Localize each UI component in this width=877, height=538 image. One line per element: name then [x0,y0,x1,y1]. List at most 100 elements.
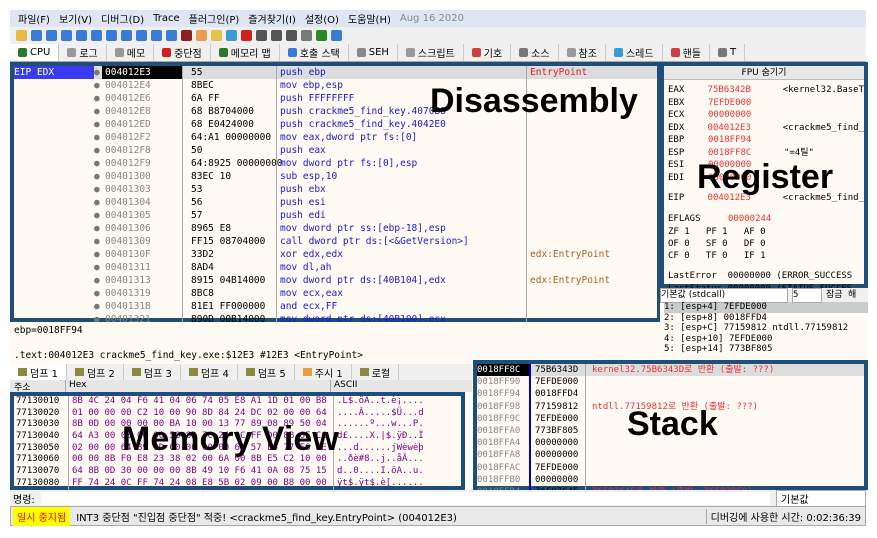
disasm-row[interactable]: EIP EDX ● 004012E3 55 push ebp EntryPoint [14,66,657,79]
call-arg-row[interactable]: 1: [esp+4] 7EFDE000 [664,302,868,313]
toolbar-button-icon[interactable] [226,30,237,41]
disasm-row[interactable]: ● 00401306 8965 E8 mov dword ptr ss:[ebp-18… [14,222,657,235]
stack-row[interactable]: 0018FFA8 00000000 [477,449,864,462]
breakpoint-dot[interactable]: ● [94,222,102,235]
menu-item[interactable]: 파일(F) [18,11,50,26]
stack-row[interactable]: 0018FF98 77159812 ntdll.77159812로 반환 (출발: … [477,400,864,413]
eflags-value[interactable]: 00000244 [728,213,771,226]
disasm-row[interactable]: ● 00401305 57 push edi [14,209,657,222]
tab-0[interactable]: CPU [10,44,60,61]
toolbar-button-icon[interactable] [121,30,132,41]
stack-row[interactable]: 0018FFA0 773BF805 [477,424,864,438]
register-row[interactable]: EDX 004012E3 <crackme5_find_ [668,122,864,135]
menu-item[interactable]: 설정(O) [305,11,339,26]
memory-row[interactable]: 77130040 64 A3 00 00 00 00 58 8D 7C 24 0C… [14,431,461,443]
disasm-row[interactable]: ● 004012E4 8BEC mov ebp,esp [14,79,657,92]
breakpoint-dot[interactable]: ● [94,300,102,313]
register-pane[interactable]: FPU 숨기기 EAX 75B6342B <kernel32.BaseT EBX 7EF… [660,62,868,313]
register-row[interactable]: EBX 7EFDE000 [668,97,864,110]
register-value[interactable]: 0018FF94 [708,134,776,147]
breakpoint-dot[interactable]: ● [94,157,102,170]
breakpoint-dot[interactable]: ● [94,170,102,183]
call-arg-row[interactable]: 4: [esp+10] 7EFDE000 [664,334,868,345]
stack-row[interactable]: 0018FFAC 7EFDE000 [477,461,864,474]
tab-7[interactable]: 스크립트 [398,44,464,61]
disasm-row[interactable]: ● 004012F8 50 push eax [14,144,657,157]
register-row[interactable]: ESI 00000000 [668,159,864,172]
memory-hex[interactable]: 64 A3 00 00 00 00 58 8D 7C 24 0C FF D0 8… [69,431,334,443]
disasm-row[interactable]: ● 00401313 8915 04B14000 mov dword ptr ds:[… [14,274,657,287]
tab-8[interactable]: 기호 [464,44,512,61]
lock-checkbox-label[interactable]: 잠금 해 [826,289,856,302]
breakpoint-dot[interactable]: ● [94,248,102,261]
disasm-row[interactable]: ● 00401311 8AD4 mov dl,ah [14,261,657,274]
breakpoint-dot[interactable]: ● [94,131,102,144]
dump-tab-5[interactable]: 주시 1 [295,364,352,380]
memory-row[interactable]: 77130010 8B 4C 24 04 F6 41 04 06 74 05 E8… [14,396,461,408]
menu-item[interactable]: 플러그인(P) [189,11,240,26]
memory-hex[interactable]: 8B 0D 00 00 00 00 BA 10 00 13 77 89 08 8… [69,419,334,432]
memory-row[interactable]: 77130060 00 00 8B F0 E8 23 38 02 00 6A 00… [14,454,461,467]
call-arg-row[interactable]: 3: [esp+C] 77159812 ntdll.77159812 [664,323,868,334]
toolbar-button-icon[interactable] [331,30,342,41]
stack-value[interactable]: 77159812 [529,400,585,413]
dump-tab-0[interactable]: 덤프 1 [10,364,67,380]
toolbar-button-icon[interactable] [106,30,117,41]
memory-hex[interactable]: 64 8B 0D 30 00 00 00 8B 49 10 F6 41 0A 0… [69,466,334,478]
command-input[interactable] [40,491,770,505]
breakpoint-dot[interactable]: ● [94,287,102,300]
disasm-row[interactable]: ● 00401304 56 push esi [14,196,657,209]
stack-value[interactable]: 7EFDE000 [529,376,585,389]
memory-row[interactable]: 77130020 01 00 00 00 C2 10 00 90 8D 84 24… [14,407,461,420]
disasm-row[interactable]: ● 0040131B 81E1 FF000000 and ecx,FF [14,300,657,313]
flags-row[interactable]: OF 0 SF 0 DF 0 [668,238,864,250]
toolbar-button-icon[interactable] [151,30,162,41]
memory-hex[interactable]: FF 74 24 0C FF 74 24 08 E8 5B 02 09 00 B… [69,477,334,490]
breakpoint-dot[interactable]: ● [94,144,102,157]
stack-value[interactable]: 00000000 [529,473,585,486]
breakpoint-dot[interactable]: ● [94,183,102,196]
disasm-row[interactable]: ● 004012ED 68 E0424000 push crackme5_find_k… [14,118,657,131]
toolbar-button-icon[interactable] [166,30,177,41]
toolbar-button-icon[interactable] [16,30,27,41]
toolbar-button-icon[interactable] [286,30,297,41]
fpu-toggle-button[interactable]: FPU 숨기기 [664,66,864,80]
breakpoint-dot[interactable]: ● [94,118,102,131]
memory-hex[interactable]: 02 00 00 64 89 0D 00 00 00 00 6A 57 E8 7… [69,442,334,455]
register-row[interactable]: EAX 75B6342B <kernel32.BaseT [668,84,864,97]
stack-pane[interactable]: 0018FF8C 75B6343D kernel32.75B6343D로 반환 (출… [473,360,868,511]
tab-6[interactable]: SEH [349,44,398,61]
breakpoint-dot[interactable]: ● [94,92,102,105]
menu-item[interactable]: Trace [153,13,180,24]
toolbar-button-icon[interactable] [211,30,222,41]
breakpoint-dot[interactable]: ● [94,105,102,118]
memory-row[interactable]: 77130030 8B 0D 00 00 00 00 BA 10 00 13 77… [14,419,461,432]
toolbar-button-icon[interactable] [76,30,87,41]
register-value[interactable]: 75B6342B [708,84,775,97]
toolbar-button-icon[interactable] [181,30,192,41]
breakpoint-dot[interactable]: ● [94,66,102,79]
menu-item[interactable]: 즐겨찾기(I) [248,11,296,26]
memory-hex[interactable]: 01 00 00 00 C2 10 00 90 8D 84 24 DC 02 0… [69,407,334,420]
register-value[interactable]: 004012E3 [708,192,775,205]
memory-hex[interactable]: 00 00 8B F0 E8 23 38 02 00 6A 00 8B E5 C… [69,454,334,467]
register-row[interactable]: EDI 00000000 [668,172,864,185]
disasm-row[interactable]: ● 004012E8 68 B8704000 push crackme5_find_k… [14,105,657,118]
menu-item[interactable]: 디버그(D) [101,11,144,26]
toolbar-button-icon[interactable] [241,30,252,41]
register-value[interactable]: 7EFDE000 [708,97,776,110]
tab-13[interactable]: T [710,44,746,61]
disasm-row[interactable]: ● 0040130F 33D2 xor edx,edx edx:EntryPoint [14,248,657,261]
command-mode-select[interactable]: 기본값 [776,489,866,507]
tab-2[interactable]: 메모 [107,44,155,61]
tab-11[interactable]: 스레드 [606,44,663,61]
call-convention-select[interactable]: 기본값 (stdcall) [660,287,788,303]
register-value[interactable]: 0018FF8C [708,147,776,160]
breakpoint-dot[interactable]: ● [94,261,102,274]
tab-10[interactable]: 참조 [559,44,606,61]
dump-tab-1[interactable]: 덤프 2 [67,364,124,380]
toolbar-button-icon[interactable] [61,30,72,41]
dump-tab-6[interactable]: 로컬 [352,364,400,380]
menu-item[interactable]: 도움말(H) [348,11,391,26]
stack-value[interactable]: 0018FFD4 [529,388,585,401]
